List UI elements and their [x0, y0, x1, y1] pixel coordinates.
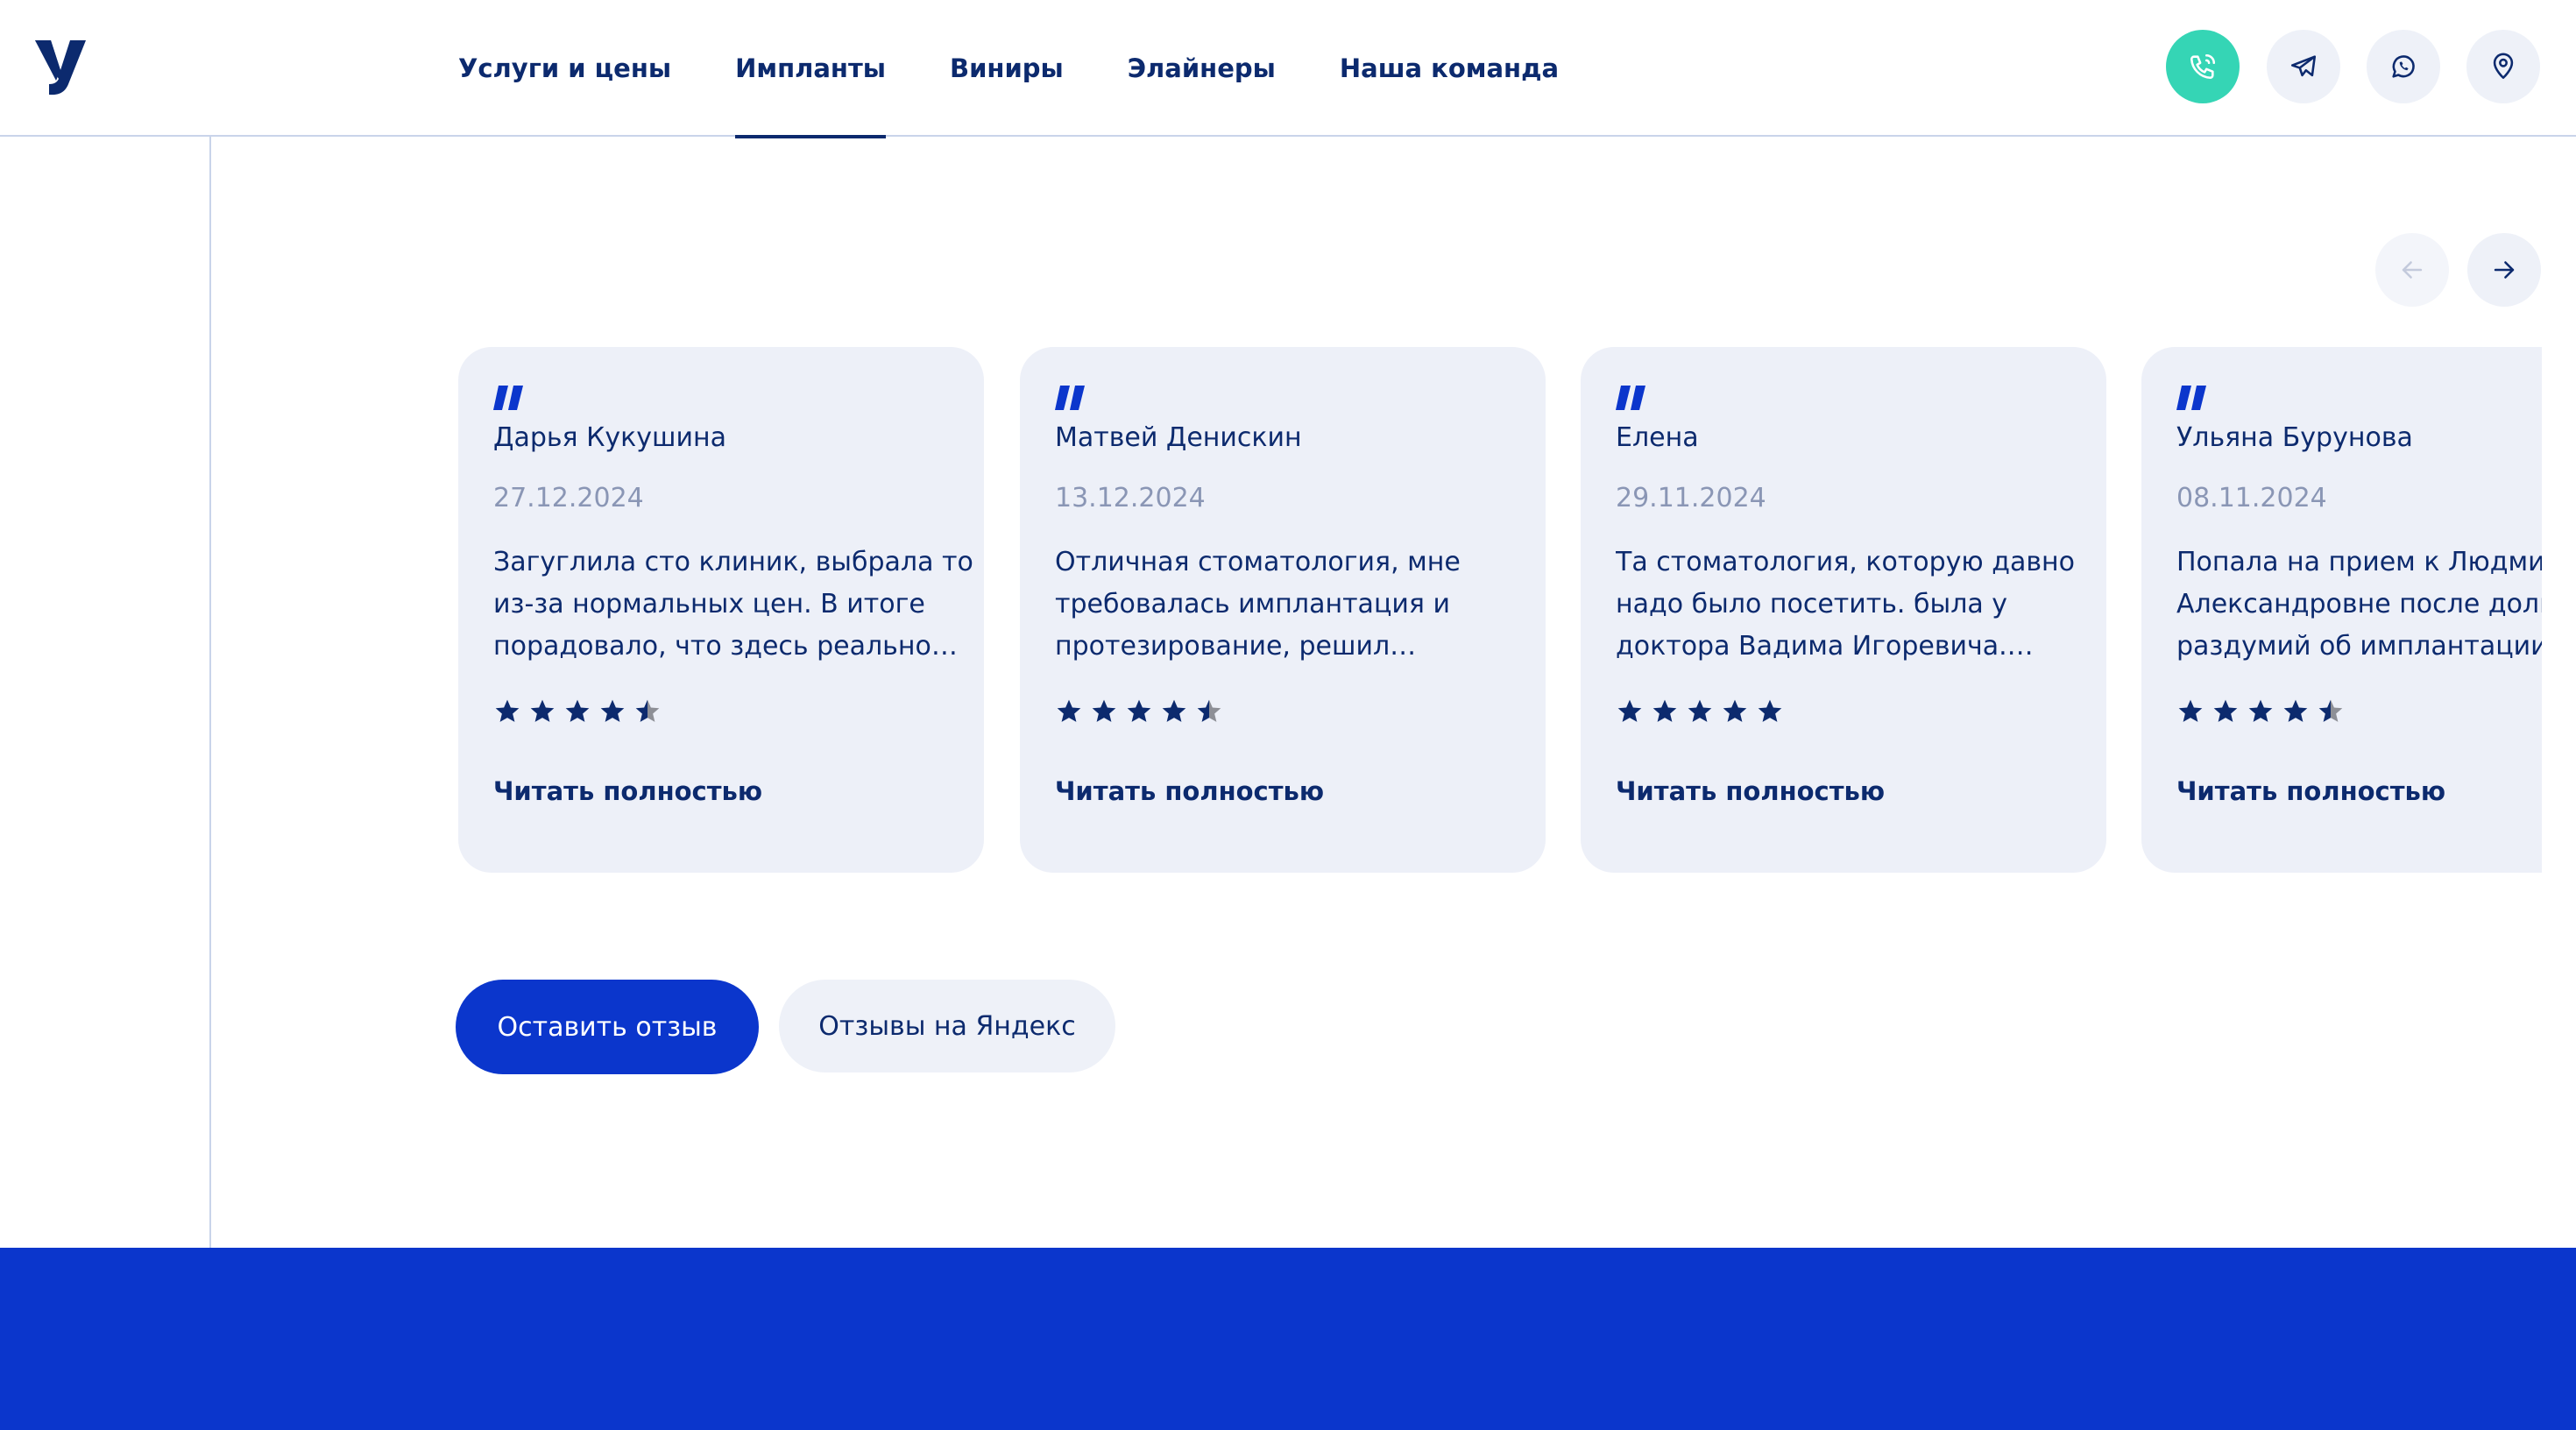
review-text: Попала на прием к Людмиле Александровне …: [2176, 547, 2542, 662]
review-card: Ульяна Бурунова 08.11.2024 Попала на при…: [2141, 347, 2542, 873]
main-nav: Услуги и цены Импланты Виниры Элайнеры Н…: [458, 0, 1623, 138]
star-rating: [1616, 697, 2071, 726]
reviewer-name: Дарья Кукушина: [493, 422, 727, 453]
star-full-icon: [1652, 699, 1677, 722]
logo-icon[interactable]: [33, 39, 88, 96]
star-full-icon: [530, 699, 555, 722]
read-more-link[interactable]: Читать полностью: [1055, 776, 1511, 806]
quote-icon: [2176, 386, 2206, 410]
nav-item-team[interactable]: Наша команда: [1340, 0, 1559, 137]
telegram-icon: [2290, 55, 2317, 77]
reviewer-name: Матвей Денискин: [1055, 422, 1302, 453]
star-full-icon: [565, 699, 590, 722]
telegram-button[interactable]: [2267, 30, 2340, 103]
star-full-icon: [2178, 699, 2203, 722]
footer-band: [0, 1248, 2576, 1430]
star-half-icon: [635, 699, 660, 722]
location-button[interactable]: [2466, 30, 2540, 103]
whatsapp-icon: [2392, 55, 2415, 78]
star-half-icon: [1197, 699, 1221, 722]
reviewer-name: Ульяна Бурунова: [2176, 422, 2413, 453]
star-rating: [1055, 697, 1511, 726]
star-full-icon: [2283, 699, 2308, 722]
whatsapp-button[interactable]: [2367, 30, 2440, 103]
review-text: Та стоматология, которую давно надо было…: [1616, 547, 2075, 662]
star-full-icon: [1617, 699, 1642, 722]
yandex-reviews-button[interactable]: Отзывы на Яндекс: [779, 980, 1115, 1072]
phone-icon: [2190, 53, 2216, 80]
review-date: 08.11.2024: [2176, 483, 2327, 513]
review-date: 13.12.2024: [1055, 483, 1206, 513]
arrow-right-icon: [2494, 261, 2515, 279]
star-full-icon: [600, 699, 625, 722]
arrow-left-icon: [2402, 261, 2423, 279]
star-full-icon: [1723, 699, 1747, 722]
star-half-icon: [2318, 699, 2343, 722]
nav-item-veneers[interactable]: Виниры: [950, 0, 1064, 137]
quote-icon: [1055, 386, 1085, 410]
star-full-icon: [1092, 699, 1116, 722]
quote-icon: [1616, 386, 1645, 410]
star-full-icon: [1688, 699, 1712, 722]
star-full-icon: [1127, 699, 1151, 722]
read-more-link[interactable]: Читать полностью: [1616, 776, 2071, 806]
reviews-carousel: Дарья Кукушина 27.12.2024 Загуглила сто …: [458, 347, 2542, 876]
review-card: Матвей Денискин 13.12.2024 Отличная стом…: [1020, 347, 1546, 873]
location-pin-icon: [2493, 53, 2514, 80]
nav-item-services[interactable]: Услуги и цены: [458, 0, 671, 137]
reviewer-name: Елена: [1616, 422, 1699, 453]
review-date: 27.12.2024: [493, 483, 644, 513]
nav-item-implants[interactable]: Импланты: [735, 0, 886, 138]
site-header: Услуги и цены Импланты Виниры Элайнеры Н…: [0, 0, 2576, 138]
call-button[interactable]: [2166, 30, 2240, 103]
star-full-icon: [1162, 699, 1186, 722]
star-rating: [493, 697, 949, 726]
read-more-link[interactable]: Читать полностью: [2176, 776, 2542, 806]
star-rating: [2176, 697, 2542, 726]
quote-icon: [493, 386, 523, 410]
review-text: Отличная стоматология, мне требовалась и…: [1055, 547, 1461, 662]
leave-review-button[interactable]: Оставить отзыв: [456, 980, 759, 1074]
review-date: 29.11.2024: [1616, 483, 1766, 513]
star-full-icon: [2213, 699, 2238, 722]
star-full-icon: [2248, 699, 2273, 722]
nav-item-aligners[interactable]: Элайнеры: [1128, 0, 1276, 137]
read-more-link[interactable]: Читать полностью: [493, 776, 949, 806]
review-card: Елена 29.11.2024 Та стоматология, котору…: [1581, 347, 2106, 873]
carousel-next-button[interactable]: [2467, 233, 2541, 307]
review-text: Загуглила сто клиник, выбрала то из-за н…: [493, 547, 973, 662]
carousel-prev-button[interactable]: [2375, 233, 2449, 307]
star-full-icon: [1758, 699, 1782, 722]
review-card: Дарья Кукушина 27.12.2024 Загуглила сто …: [458, 347, 984, 873]
star-full-icon: [1057, 699, 1081, 722]
guide-line: [209, 137, 211, 1430]
star-full-icon: [495, 699, 520, 722]
